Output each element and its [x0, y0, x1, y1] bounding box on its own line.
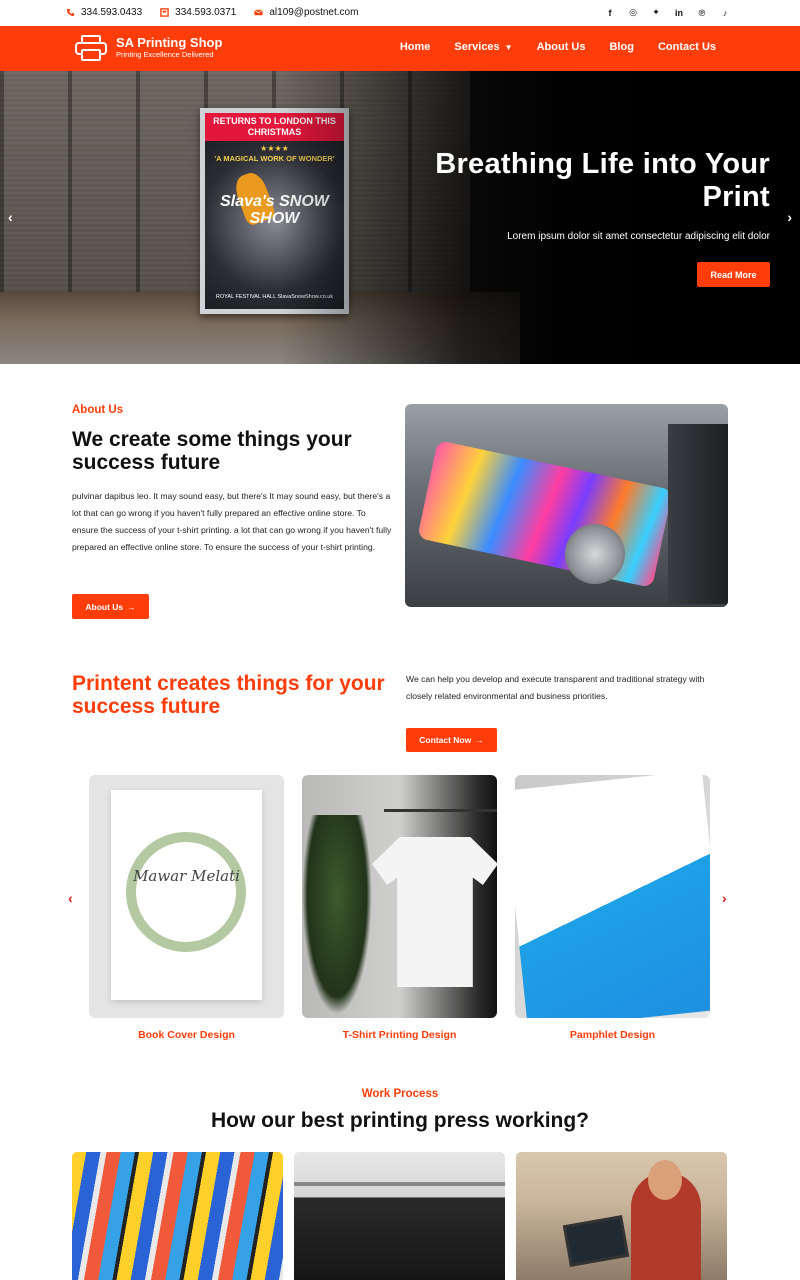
- nav-contact[interactable]: Contact Us: [658, 41, 716, 53]
- card-terminal: [562, 1215, 630, 1267]
- hero-title: Breathing Life into Your Print: [435, 148, 770, 213]
- top-contact-bar: 334.593.0433 334.593.0371 al109@postnet.…: [0, 0, 800, 26]
- contact-now-button-label: Contact Now: [419, 735, 472, 745]
- about-paragraph: pulvinar dapibus leo. It may sound easy,…: [72, 491, 392, 552]
- nav-menu: Home Services ▼ About Us Blog Contact Us: [400, 41, 716, 53]
- email[interactable]: al109@postnet.com: [254, 7, 358, 18]
- instagram-icon[interactable]: ◎: [628, 7, 638, 18]
- white-tshirt: [372, 837, 497, 987]
- arrow-right-icon: →: [475, 735, 484, 745]
- carousel-prev-icon[interactable]: ‹: [68, 890, 73, 906]
- printing-press-image: [405, 404, 728, 607]
- linkedin-icon[interactable]: in: [674, 7, 684, 18]
- phone-1-text: 334.593.0433: [81, 7, 143, 18]
- printent-heading: Printent creates things for your success…: [72, 672, 385, 718]
- service-card-tshirt[interactable]: [302, 775, 497, 1018]
- hero-slider: RETURNS TO LONDON THIS CHRISTMAS ★★★★ 'A…: [0, 71, 800, 364]
- email-text: al109@postnet.com: [269, 7, 359, 18]
- nav-about[interactable]: About Us: [537, 41, 586, 53]
- service-title-pamphlet[interactable]: Pamphlet Design: [515, 1029, 710, 1041]
- arrow-right-icon: →: [127, 601, 136, 612]
- carousel-next-icon[interactable]: ›: [722, 890, 727, 906]
- pinterest-icon[interactable]: ℗: [697, 7, 707, 18]
- service-card-book-cover[interactable]: Mawar Melati: [89, 775, 284, 1018]
- brochure-image: [515, 775, 710, 1018]
- hero-subtitle: Lorem ipsum dolor sit amet consectetur a…: [507, 231, 770, 242]
- press-machine: [668, 424, 728, 604]
- nav-home[interactable]: Home: [400, 41, 431, 53]
- about-us-button[interactable]: About Us →: [72, 594, 149, 619]
- phone-2[interactable]: 334.593.0371: [160, 7, 236, 18]
- fax-icon: [160, 8, 169, 17]
- brand-tagline: Printing Excellence Delivered: [116, 50, 214, 59]
- nav-services[interactable]: Services ▼: [454, 41, 512, 53]
- printer-logo-icon: [75, 35, 107, 61]
- person-face: [648, 1160, 682, 1200]
- nav-services-label: Services: [454, 41, 500, 53]
- phone-2-text: 334.593.0371: [175, 7, 237, 18]
- contact-info: 334.593.0433 334.593.0371 al109@postnet.…: [66, 7, 358, 18]
- hero-next-arrow-icon[interactable]: ›: [787, 209, 792, 225]
- main-navbar: SA Printing Shop Printing Excellence Del…: [0, 26, 800, 71]
- about-heading: We create some things your success futur…: [72, 428, 352, 474]
- contact-now-button[interactable]: Contact Now →: [406, 728, 497, 752]
- invitation-paper: Mawar Melati: [111, 790, 262, 1000]
- invitation-names: Mawar Melati: [133, 867, 240, 885]
- press-drum: [565, 524, 625, 584]
- facebook-icon[interactable]: f: [605, 7, 615, 18]
- plant-decoration: [302, 815, 372, 1015]
- process-image-clothing-rack: [294, 1152, 505, 1280]
- social-links: f ◎ ✦ in ℗ ♪: [605, 7, 730, 18]
- tiktok-icon[interactable]: ♪: [720, 7, 730, 18]
- nav-blog[interactable]: Blog: [609, 41, 633, 53]
- process-image-color-swatches: [72, 1152, 283, 1280]
- printent-paragraph: We can help you develop and execute tran…: [406, 674, 705, 701]
- twitter-icon[interactable]: ✦: [651, 7, 661, 18]
- chevron-down-icon: ▼: [504, 42, 513, 52]
- work-process-tag: Work Process: [361, 1088, 439, 1100]
- envelope-icon: [254, 9, 264, 16]
- phone-1[interactable]: 334.593.0433: [66, 7, 142, 18]
- work-process-heading: How our best printing press working?: [210, 1109, 590, 1132]
- about-tag: About Us: [72, 404, 124, 416]
- phone-icon: [66, 8, 75, 17]
- service-card-pamphlet[interactable]: [515, 775, 710, 1018]
- hero-prev-arrow-icon[interactable]: ‹: [8, 209, 13, 225]
- service-title-tshirt[interactable]: T-Shirt Printing Design: [302, 1029, 497, 1041]
- about-us-button-label: About Us: [85, 601, 124, 612]
- service-title-book-cover[interactable]: Book Cover Design: [89, 1029, 284, 1041]
- print-roll: [417, 440, 673, 588]
- site-logo[interactable]: SA Printing Shop Printing Excellence Del…: [74, 35, 222, 61]
- clothing-rack: [384, 809, 497, 812]
- read-more-button[interactable]: Read More: [697, 262, 770, 287]
- hero-dark-overlay: [280, 71, 800, 364]
- rack-bar: [294, 1182, 505, 1186]
- floral-wreath: [126, 832, 246, 952]
- brand-name: SA Printing Shop: [116, 35, 223, 50]
- process-image-shop-owner: [516, 1152, 727, 1280]
